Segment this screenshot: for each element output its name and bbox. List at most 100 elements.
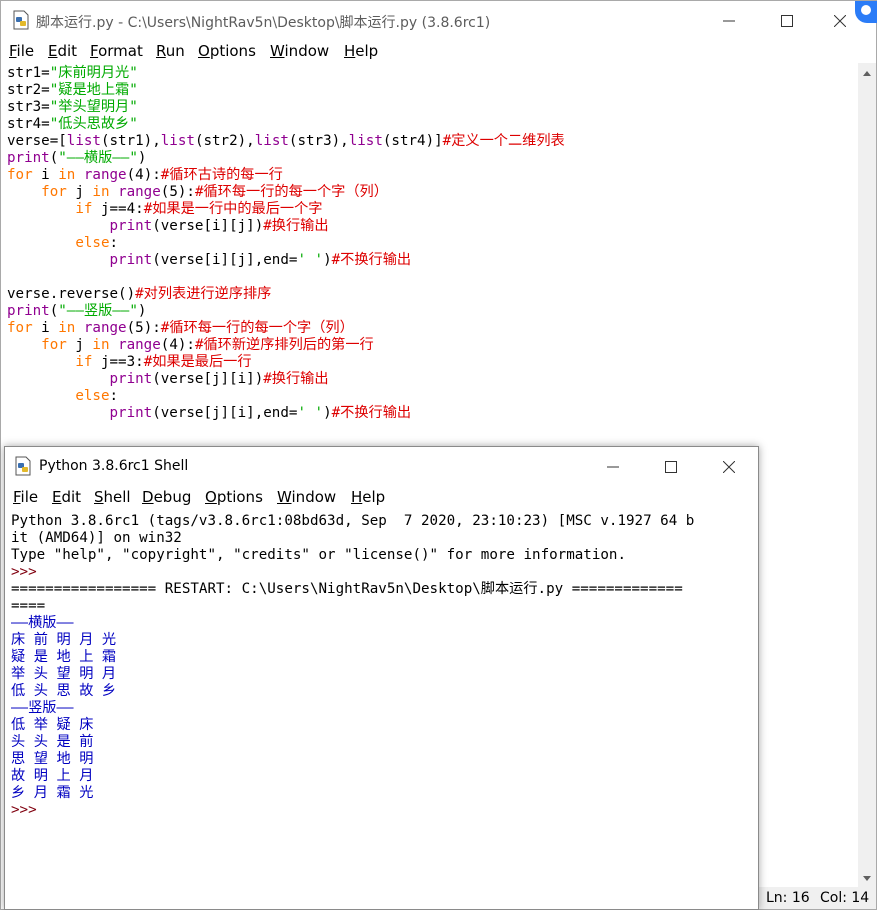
- editor-menu-edit[interactable]: Edit: [48, 42, 77, 60]
- code-token: ): [323, 252, 332, 268]
- minimize-button[interactable]: [700, 1, 758, 39]
- code-line: verse.reverse()#对列表进行逆序排序: [7, 286, 565, 303]
- scroll-down-icon[interactable]: [863, 876, 871, 881]
- shell-output-line: ====: [11, 598, 46, 614]
- code-token: #换行输出: [263, 218, 329, 234]
- code-token: (str3),: [288, 133, 349, 149]
- shell-output-line: 疑 是 地 上 霜: [11, 649, 117, 665]
- code-token: in: [92, 337, 110, 353]
- editor-scrollbar[interactable]: [858, 63, 876, 889]
- shell-output-line: 低 头 思 故 乡: [11, 683, 117, 699]
- code-token: (str1),: [100, 133, 161, 149]
- scroll-up-icon[interactable]: [863, 71, 871, 76]
- code-token: in: [92, 184, 110, 200]
- shell-prompt: >>>: [11, 564, 46, 580]
- editor-titlebar[interactable]: 脚本运行.py - C:\Users\NightRav5n\Desktop\脚本…: [1, 1, 876, 39]
- close-icon: [833, 14, 847, 27]
- shell-titlebar[interactable]: Python 3.8.6rc1 Shell: [5, 447, 758, 485]
- code-token: (4):: [126, 167, 161, 183]
- code-line: print("——横版——"): [7, 150, 565, 167]
- editor-menu-window[interactable]: Window: [270, 42, 329, 60]
- code-token: "低头思故乡": [49, 116, 138, 132]
- code-token: list: [254, 133, 289, 149]
- code-token: "床前明月光": [49, 65, 138, 81]
- code-token: (str2),: [194, 133, 255, 149]
- editor-menu-help[interactable]: Help: [344, 42, 378, 60]
- shell-menu-debug[interactable]: Debug: [142, 488, 191, 506]
- editor-menu-file[interactable]: File: [9, 42, 34, 60]
- code-token: "疑是地上霜": [49, 82, 138, 98]
- shell-output-line: 故 明 上 月: [11, 768, 94, 784]
- shell-minimize-button[interactable]: [584, 447, 642, 485]
- code-token: print: [109, 371, 153, 387]
- code-token: str4=: [7, 116, 50, 132]
- code-token: #循环每一行的每一个字（列）: [160, 320, 354, 336]
- code-token: j: [66, 337, 93, 353]
- shell-window: Python 3.8.6rc1 Shell File Edit Shell Debug…: [4, 446, 759, 910]
- shell-menu-help[interactable]: Help: [351, 488, 385, 506]
- code-line: ​: [7, 269, 565, 286]
- code-token: #循环每一行的每一个字（列）: [194, 184, 388, 200]
- code-token: #不换行输出: [331, 252, 412, 268]
- shell-menubar: File Edit Shell Debug Options Window Help: [5, 485, 758, 509]
- shell-output-line: ——横版——: [11, 615, 74, 631]
- code-token: for: [7, 167, 33, 183]
- code-token: #如果是最后一行: [143, 354, 252, 370]
- shell-menu-shell[interactable]: Shell: [94, 488, 131, 506]
- code-token: #换行输出: [263, 371, 329, 387]
- shell-output[interactable]: Python 3.8.6rc1 (tags/v3.8.6rc1:08bd63d,…: [11, 513, 694, 819]
- code-token: range: [83, 320, 127, 336]
- code-token: ): [323, 405, 332, 421]
- line-indicator: Ln: 16: [766, 890, 810, 906]
- shell-menu-window[interactable]: Window: [277, 488, 336, 506]
- code-line: for i in range(4):#循环古诗的每一行: [7, 167, 565, 184]
- code-line: print(verse[j][i])#换行输出: [7, 371, 565, 388]
- shell-menu-options[interactable]: Options: [205, 488, 263, 506]
- shell-output-line: Python 3.8.6rc1 (tags/v3.8.6rc1:08bd63d,…: [11, 513, 695, 529]
- editor-menu-format[interactable]: Format: [90, 42, 143, 60]
- maximize-button[interactable]: [758, 1, 816, 39]
- code-token: in: [58, 320, 76, 336]
- badge-dot-icon: [861, 5, 871, 15]
- code-line: for j in range(4):#循环新逆序排列后的第一行: [7, 337, 565, 354]
- code-line: verse=[list(str1),list(str2),list(str3),…: [7, 133, 565, 150]
- notification-badge[interactable]: [855, 1, 877, 23]
- shell-output-line: Type "help", "copyright", "credits" or "…: [11, 547, 626, 563]
- editor-menu-run[interactable]: Run: [156, 42, 185, 60]
- editor-menubar: File Edit Format Run Options Window Help: [1, 39, 876, 63]
- code-token: j==3:: [92, 354, 144, 370]
- code-line: print(verse[i][j],end=' ')#不换行输出: [7, 252, 565, 269]
- shell-menu-edit[interactable]: Edit: [52, 488, 81, 506]
- code-token: ' ': [297, 405, 324, 421]
- shell-menu-file[interactable]: File: [13, 488, 38, 506]
- status-bar: Ln: 16 Col: 14: [757, 887, 876, 909]
- shell-output-line: ================= RESTART: C:\Users\Nigh…: [11, 581, 683, 597]
- editor-menu-options[interactable]: Options: [198, 42, 256, 60]
- code-token: #不换行输出: [331, 405, 412, 421]
- code-line: print(verse[j][i],end=' ')#不换行输出: [7, 405, 565, 422]
- shell-close-button[interactable]: [700, 447, 758, 485]
- code-token: "——竖版——": [58, 303, 138, 319]
- shell-prompt: >>>: [11, 802, 46, 818]
- code-token: (4):: [160, 337, 195, 353]
- code-token: (5):: [126, 320, 161, 336]
- code-token: str2=: [7, 82, 50, 98]
- code-token: (str4)]: [382, 133, 443, 149]
- python-shell-icon: [15, 456, 31, 476]
- code-line: for i in range(5):#循环每一行的每一个字（列）: [7, 320, 565, 337]
- code-editor[interactable]: str1="床前明月光" str2="疑是地上霜" str3="举头望明月" str4…: [7, 65, 565, 422]
- editor-title: 脚本运行.py - C:\Users\NightRav5n\Desktop\脚本…: [36, 15, 491, 31]
- code-token: :: [109, 388, 119, 404]
- shell-output-line: it (AMD64)] on win32: [11, 530, 182, 546]
- code-token: for: [41, 337, 67, 353]
- code-token: (verse[j][i],end=: [152, 405, 298, 421]
- minimize-icon: [723, 20, 735, 21]
- maximize-icon: [665, 460, 677, 473]
- shell-output-line: ——竖版——: [11, 700, 74, 716]
- shell-output-line: 床 前 明 月 光: [11, 632, 117, 648]
- shell-maximize-button[interactable]: [642, 447, 700, 485]
